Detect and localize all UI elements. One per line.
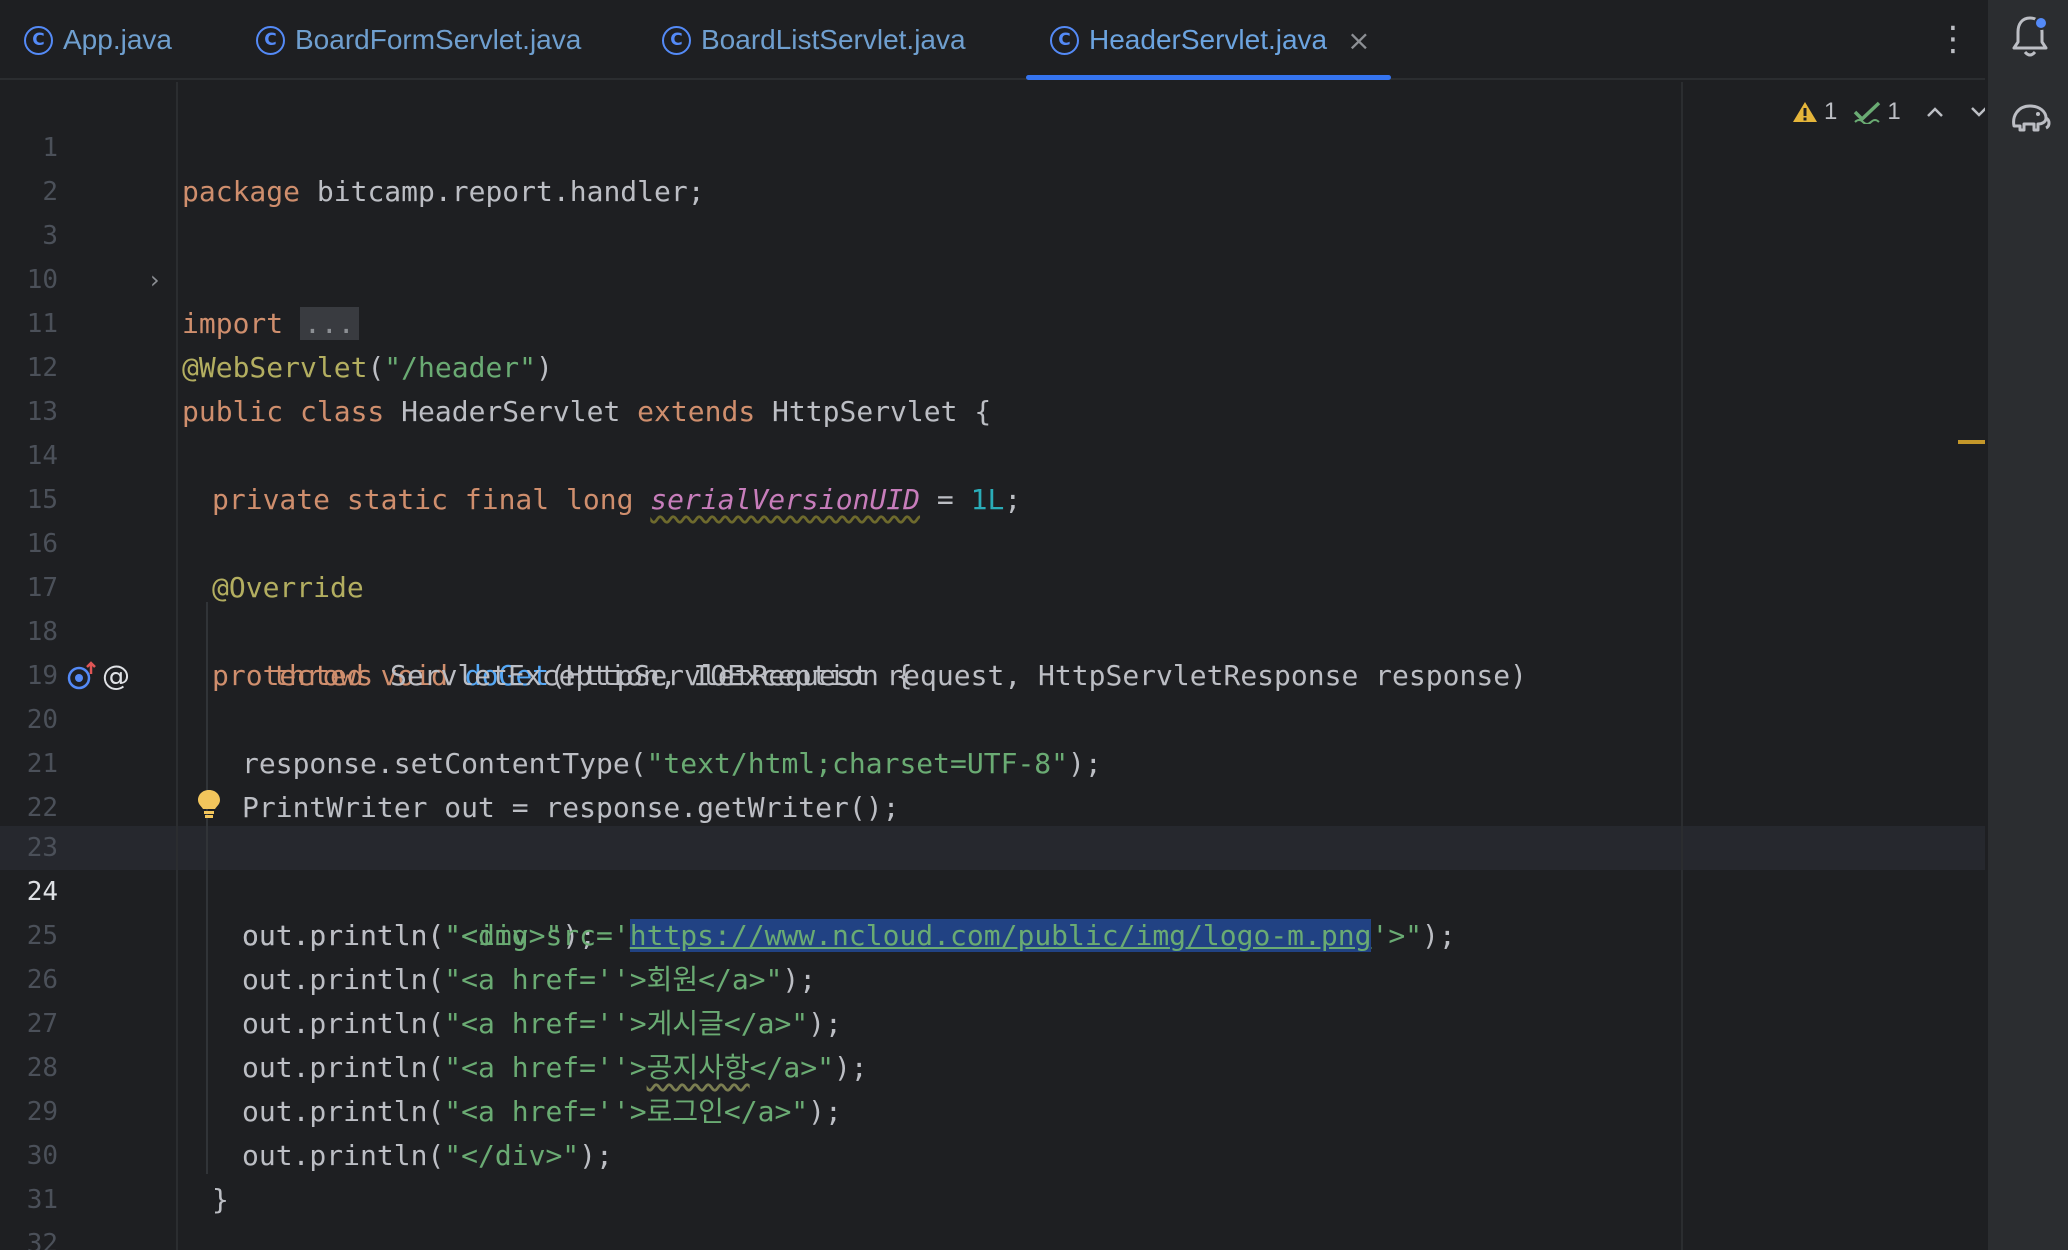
- code-line: 33: [0, 1222, 1985, 1250]
- notification-badge: [2034, 16, 2048, 30]
- code-line: 19: [0, 610, 1985, 691]
- database-elephant-icon[interactable]: [2008, 96, 2052, 140]
- code-line: 32 }: [0, 1178, 1985, 1250]
- tab-board-form-servlet[interactable]: C BoardFormServlet.java: [256, 0, 581, 80]
- code-line: 14 private static final long serialVersi…: [0, 390, 1985, 516]
- code-line: 10: [0, 214, 1985, 295]
- code-line: 23 out.println("<div>");: [0, 782, 1985, 952]
- tab-header-servlet[interactable]: C HeaderServlet.java ×: [1026, 0, 1391, 80]
- code-line-current: 24 out.println("<img src='https://www.nc…: [0, 826, 1985, 952]
- code-line: 28 out.println("<a href=''>로그인</a>");: [0, 1002, 1985, 1128]
- code-line: 29 out.println("</div>");: [0, 1046, 1985, 1172]
- code-line: 1 package bitcamp.report.handler;: [0, 82, 1985, 208]
- code-line: 21 PrintWriter out = response.getWriter(…: [0, 698, 1985, 824]
- tab-board-list-servlet[interactable]: C BoardListServlet.java: [662, 0, 966, 80]
- lightbulb-icon[interactable]: [196, 788, 222, 820]
- close-icon[interactable]: ×: [1347, 24, 1370, 57]
- code-line: 18 throws ServletException, IOException …: [0, 566, 1985, 692]
- code-line: 17 @ protected void doGet(HttpServletReq…: [0, 522, 1985, 692]
- code-line: 13: [0, 346, 1985, 427]
- tab-app-java[interactable]: C App.java: [24, 0, 172, 80]
- class-icon: C: [662, 25, 691, 55]
- code-line: 2: [0, 126, 1985, 207]
- code-line: 12 public class HeaderServlet extends Ht…: [0, 302, 1985, 428]
- class-icon: C: [24, 25, 53, 55]
- code-line: 16 @Override: [0, 478, 1985, 604]
- code-line: 22: [0, 742, 1985, 823]
- tab-label: HeaderServlet.java: [1089, 24, 1328, 55]
- code-line: 11 @WebServlet("/header"): [0, 258, 1985, 384]
- more-vertical-icon[interactable]: ⋮: [1936, 14, 1970, 64]
- tab-label: BoardListServlet.java: [701, 24, 966, 55]
- code-line: 27 out.println("<a href=''>공지사항</a>");: [0, 958, 1985, 1084]
- code-line: 20 response.setContentType("text/html;ch…: [0, 654, 1985, 780]
- code-line: 30 }: [0, 1090, 1985, 1216]
- code-line: 31: [0, 1134, 1985, 1215]
- tab-label: App.java: [63, 24, 172, 55]
- code-line: 25 out.println("<a href=''>회원</a>");: [0, 870, 1985, 996]
- tab-label: BoardFormServlet.java: [295, 24, 582, 55]
- class-icon: C: [256, 25, 285, 55]
- code-line: 26 out.println("<a href=''>게시글</a>");: [0, 914, 1985, 1040]
- code-line: 3 › import ...: [0, 170, 1985, 340]
- editor-tab-bar: C App.java C BoardFormServlet.java C Boa…: [0, 0, 1985, 80]
- right-tool-strip: [1986, 0, 2068, 1250]
- code-line: 15: [0, 434, 1985, 515]
- class-icon: C: [1050, 25, 1079, 55]
- code-editor[interactable]: 1 1 1 package bitcamp.report.handler; 2 …: [0, 82, 1985, 1250]
